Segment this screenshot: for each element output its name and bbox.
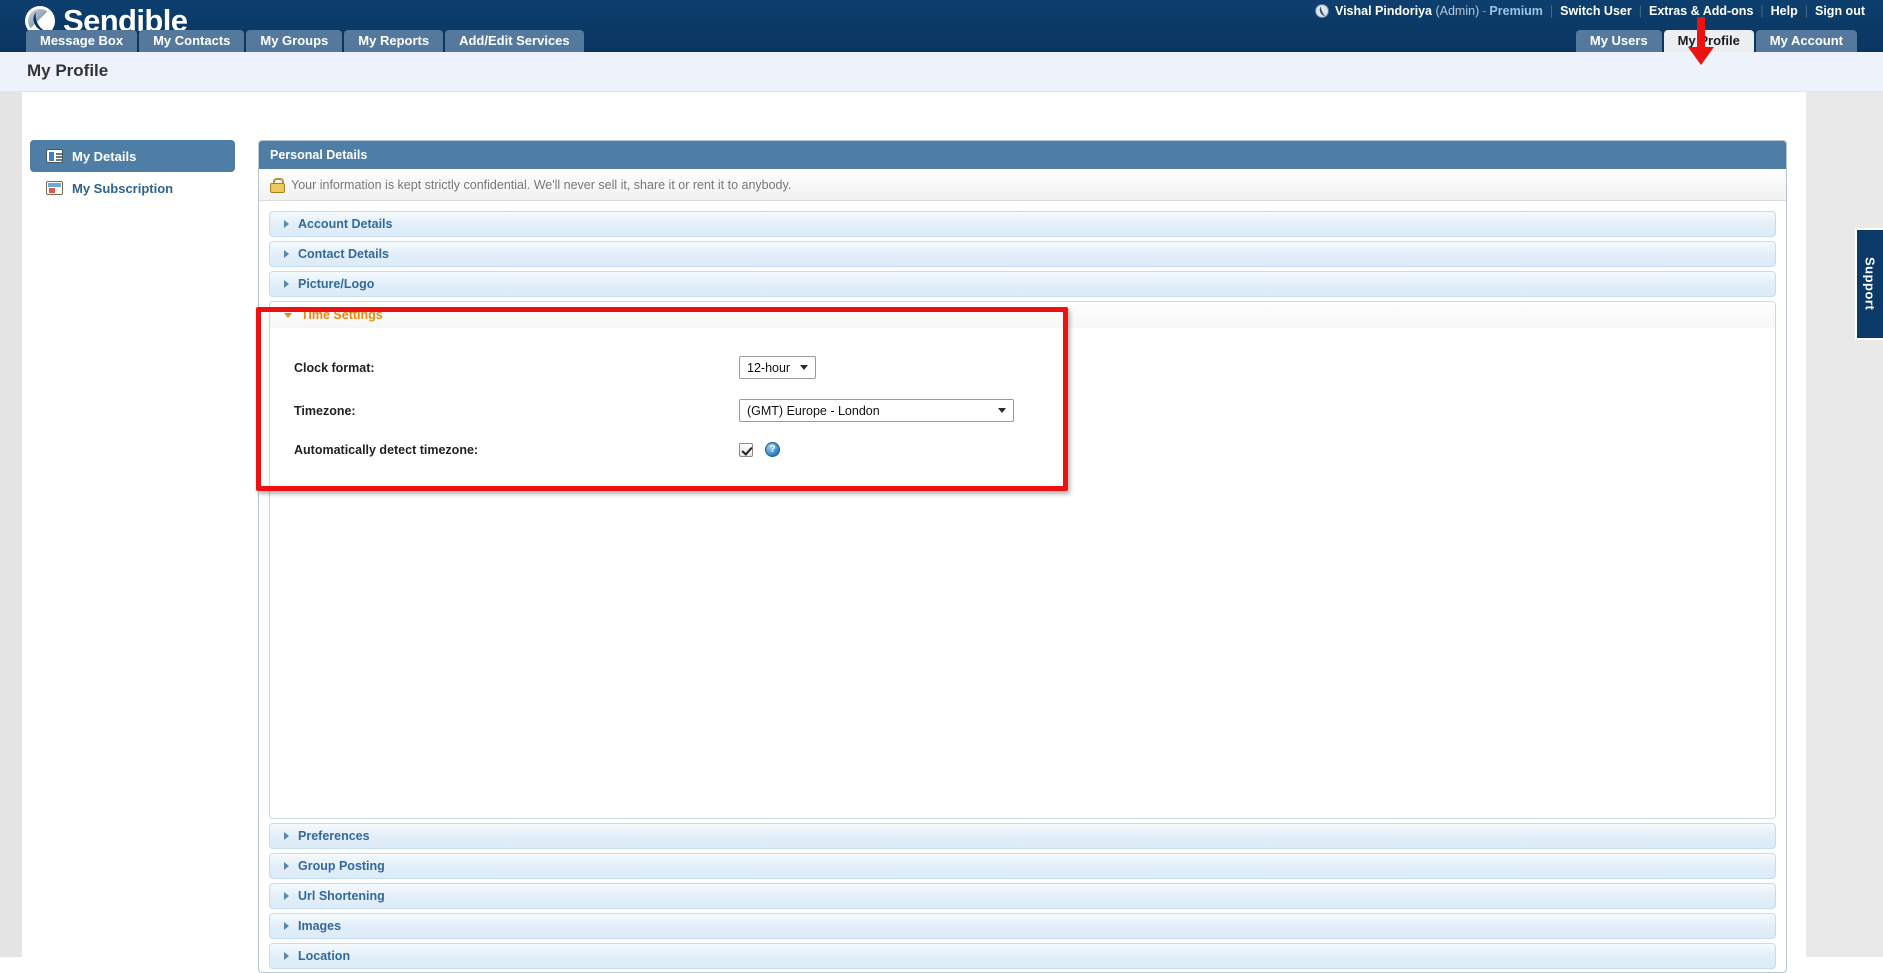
tab-my-account[interactable]: My Account bbox=[1756, 30, 1857, 52]
accordion-location-label: Location bbox=[298, 949, 350, 963]
utilnav-link-extras-addons[interactable]: Extras & Add-ons bbox=[1649, 4, 1753, 18]
accordion-images-label: Images bbox=[298, 919, 341, 933]
user-avatar-icon bbox=[1315, 4, 1329, 18]
chevron-right-icon bbox=[284, 892, 289, 900]
accordion-url-shortening[interactable]: Url Shortening bbox=[269, 883, 1776, 909]
chevron-right-icon bbox=[284, 952, 289, 960]
chevron-right-icon bbox=[284, 862, 289, 870]
auto-detect-timezone-checkbox[interactable] bbox=[739, 443, 753, 457]
panel-header-label: Personal Details bbox=[270, 148, 367, 162]
support-tab[interactable]: Support bbox=[1855, 228, 1883, 340]
chevron-down-icon bbox=[284, 313, 292, 318]
sidebar-item-my-subscription-label: My Subscription bbox=[72, 181, 173, 196]
accordion-account-details-label: Account Details bbox=[298, 217, 392, 231]
accordion-group-posting-label: Group Posting bbox=[298, 859, 385, 873]
accordion-picture-logo[interactable]: Picture/Logo bbox=[269, 271, 1776, 297]
primary-tab-row: Message Box My Contacts My Groups My Rep… bbox=[0, 30, 1883, 52]
primary-tabs-right: My Users My Profile My Account bbox=[1576, 30, 1857, 52]
confidentiality-notice: Your information is kept strictly confid… bbox=[259, 169, 1786, 201]
clock-format-row: Clock format: 12-hour bbox=[270, 356, 1775, 379]
chevron-right-icon bbox=[284, 832, 289, 840]
accordion-account-details[interactable]: Account Details bbox=[269, 211, 1776, 237]
utilnav-dash: - bbox=[1482, 4, 1486, 18]
utilnav-separator-4: | bbox=[1805, 4, 1808, 18]
clock-format-select[interactable]: 12-hour bbox=[739, 356, 816, 379]
sidebar-item-my-subscription[interactable]: My Subscription bbox=[30, 172, 235, 204]
utilnav-separator-2: | bbox=[1639, 4, 1642, 18]
clock-format-label: Clock format: bbox=[294, 361, 739, 375]
accordion-preferences-label: Preferences bbox=[298, 829, 370, 843]
page-title: My Profile bbox=[27, 61, 108, 81]
utilnav-plan-badge: Premium bbox=[1489, 4, 1543, 18]
accordion-picture-logo-label: Picture/Logo bbox=[298, 277, 374, 291]
chevron-down-icon bbox=[998, 408, 1006, 413]
subscription-card-icon bbox=[46, 181, 63, 195]
chevron-right-icon bbox=[284, 922, 289, 930]
accordion-preferences[interactable]: Preferences bbox=[269, 823, 1776, 849]
accordion-list: Account Details Contact Details Picture/… bbox=[259, 201, 1786, 969]
accordion-location[interactable]: Location bbox=[269, 943, 1776, 969]
clock-format-value: 12-hour bbox=[747, 361, 790, 375]
left-gutter bbox=[0, 92, 22, 957]
page-title-bar: My Profile bbox=[0, 52, 1883, 92]
sidebar-item-my-details[interactable]: My Details bbox=[30, 140, 235, 172]
sidebar: My Details My Subscription bbox=[30, 140, 235, 204]
utilnav-link-help[interactable]: Help bbox=[1771, 4, 1798, 18]
utility-nav: Vishal Pindoriya (Admin) - Premium | Swi… bbox=[1315, 4, 1865, 18]
confidentiality-notice-text: Your information is kept strictly confid… bbox=[291, 178, 791, 192]
timezone-label: Timezone: bbox=[294, 404, 739, 418]
timezone-row: Timezone: (GMT) Europe - London bbox=[270, 399, 1775, 422]
tab-my-reports[interactable]: My Reports bbox=[344, 30, 443, 52]
tab-my-users[interactable]: My Users bbox=[1576, 30, 1662, 52]
tab-my-groups[interactable]: My Groups bbox=[246, 30, 342, 52]
accordion-time-settings-header[interactable]: Time Settings bbox=[270, 302, 1775, 328]
sidebar-item-my-details-label: My Details bbox=[72, 149, 136, 164]
utilnav-user-name: Vishal Pindoriya bbox=[1335, 4, 1432, 18]
utilnav-link-sign-out[interactable]: Sign out bbox=[1815, 4, 1865, 18]
tab-my-contacts[interactable]: My Contacts bbox=[139, 30, 244, 52]
time-settings-body: Clock format: 12-hour Timezone: (GMT) Eu… bbox=[270, 328, 1775, 818]
chevron-right-icon bbox=[284, 280, 289, 288]
accordion-contact-details[interactable]: Contact Details bbox=[269, 241, 1776, 267]
panel-header: Personal Details bbox=[259, 141, 1786, 169]
support-tab-label: Support bbox=[1863, 257, 1878, 310]
auto-detect-timezone-row: Automatically detect timezone: ? bbox=[270, 442, 1775, 457]
primary-tabs-left: Message Box My Contacts My Groups My Rep… bbox=[26, 30, 584, 52]
right-gutter bbox=[1806, 92, 1883, 957]
accordion-contact-details-label: Contact Details bbox=[298, 247, 389, 261]
chevron-right-icon bbox=[284, 250, 289, 258]
utilnav-separator-1: | bbox=[1550, 4, 1553, 18]
timezone-value: (GMT) Europe - London bbox=[747, 404, 880, 418]
chevron-down-icon bbox=[800, 365, 808, 370]
timezone-select[interactable]: (GMT) Europe - London bbox=[739, 399, 1014, 422]
tab-add-edit-services[interactable]: Add/Edit Services bbox=[445, 30, 584, 52]
tab-my-profile[interactable]: My Profile bbox=[1664, 30, 1754, 52]
accordion-images[interactable]: Images bbox=[269, 913, 1776, 939]
accordion-group-posting[interactable]: Group Posting bbox=[269, 853, 1776, 879]
help-icon[interactable]: ? bbox=[765, 442, 780, 457]
tab-message-box[interactable]: Message Box bbox=[26, 30, 137, 52]
accordion-time-settings-label: Time Settings bbox=[301, 308, 383, 322]
lock-icon bbox=[270, 178, 283, 191]
utilnav-user-role: (Admin) bbox=[1435, 4, 1479, 18]
personal-details-panel: Personal Details Your information is kep… bbox=[258, 140, 1787, 973]
auto-detect-timezone-label: Automatically detect timezone: bbox=[294, 443, 739, 457]
top-bar: Sendible Vishal Pindoriya (Admin) - Prem… bbox=[0, 0, 1883, 52]
chevron-right-icon bbox=[284, 220, 289, 228]
accordion-url-shortening-label: Url Shortening bbox=[298, 889, 385, 903]
details-card-icon bbox=[46, 149, 63, 163]
utilnav-link-switch-user[interactable]: Switch User bbox=[1560, 4, 1632, 18]
utilnav-separator-3: | bbox=[1760, 4, 1763, 18]
accordion-time-settings: Time Settings Clock format: 12-hour Time… bbox=[269, 301, 1776, 819]
page-body: My Details My Subscription Personal Deta… bbox=[0, 92, 1883, 957]
